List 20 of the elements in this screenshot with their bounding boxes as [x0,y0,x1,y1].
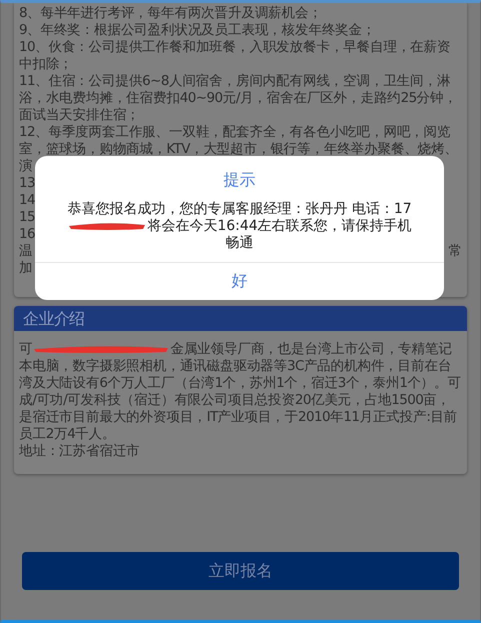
benefit-text: 16 [19,226,35,243]
benefit-text: 10、伙食：公司提供工作餐和加班餐，入职发放餐卡，早餐自理，在薪资中扣除； [19,39,452,73]
benefit-text: 15 [19,209,35,226]
benefit-text: 14 [19,192,35,209]
dialog-message: 恭喜您报名成功，您的专属客服经理：张丹丹 电话：17 将会在今天16:44左右联系您，请保持手机畅通 [66,200,413,253]
section-header: 企业介绍 [14,306,467,331]
benefit-text: 加 [19,260,32,277]
company-address: 地址：江苏省宿迁市 [19,443,141,460]
benefit-text: 8、每半年进行考评，每年有两次晋升及调薪机会； [19,5,323,22]
ok-button[interactable]: 好 [35,262,444,300]
benefit-text: 9、年终奖：根据公司盈利状况及员工表现，核发年终奖金； [19,22,376,39]
benefit-text: 演 [19,158,32,175]
signup-button[interactable]: 立即报名 [22,552,459,590]
dialog-title: 提示 [224,170,256,190]
benefit-text: 温 [19,243,32,260]
benefit-text: 13 [19,175,35,192]
company-intro: 可 金属业领导厂商，也是台湾上市公司，专精笔记本电脑，数字摄影照相机，通讯磁盘驱动器等3C产品的机构件，目前在台湾及大陆设有6个万人工厂（台湾1个，苏州1个，宿迁3个，泰州1个）。可成/可功/可发科技（宿迁）有限公司项目总投资20亿美元，占地1500亩，是宿迁市目前最大的外资项目，IT产业项目，于2010年11月正式投产:目前员工2万4千人。 [19,341,462,443]
benefit-text: 11、住宿：公司提供6~8人间宿舍，房间内配有网线，空调，卫生间，淋浴，水电费均摊，住宿费扣40~90元/月，宿舍在厂区外，走路约25分钟，面试当天安排住宿； [19,73,458,124]
benefit-text: 常 [448,243,462,260]
benefit-text: 12、每季度两套工作服、一双鞋，配套齐全，有各色小吃吧，网吧，阅览室，篮球场，购物商城，KTV，大型超市，银行等，年终举办聚餐、烧烤、 [19,124,459,158]
